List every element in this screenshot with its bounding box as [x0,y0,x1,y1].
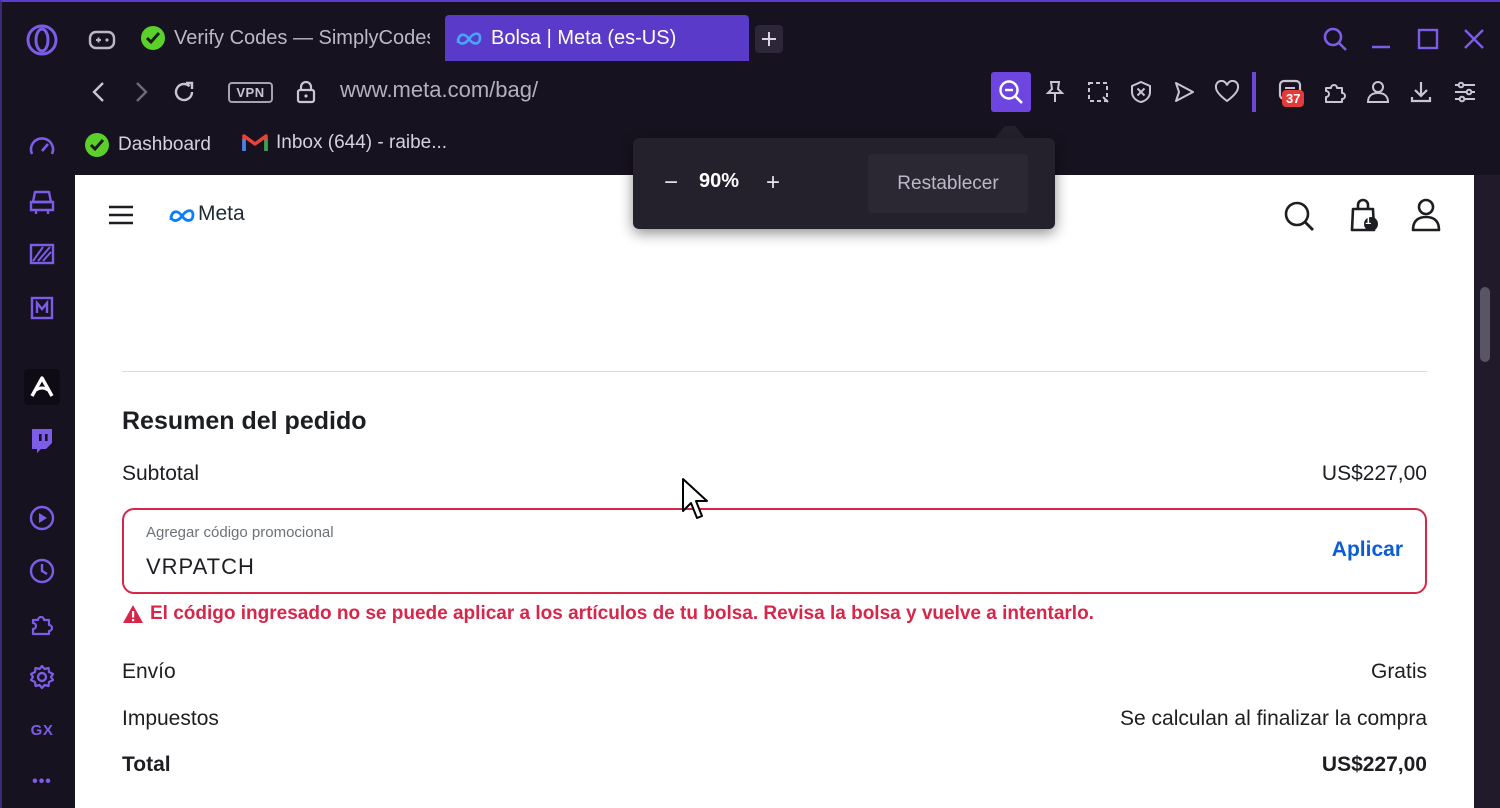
snapshot-icon[interactable] [1082,76,1114,108]
pin-icon[interactable] [1039,76,1071,108]
history-icon[interactable] [24,553,60,589]
sidebar-more-button[interactable]: ••• [24,764,60,800]
simplycodes-favicon-icon [140,25,166,51]
total-value: US$227,00 [1321,753,1427,776]
reset-zoom-button[interactable]: Restablecer [868,154,1028,213]
shipping-label: Envío [122,660,176,683]
subtotal-value: US$227,00 [1321,462,1427,485]
tab-title: Bolsa | Meta (es-US) [491,26,677,49]
promo-code-input[interactable] [146,552,1246,582]
toolbar-separator [1252,72,1256,112]
lock-icon[interactable] [290,76,322,108]
new-tab-button[interactable] [755,25,783,53]
promo-code-label: Agregar código promocional [146,524,334,541]
notification-badge: 37 [1282,90,1305,107]
zoom-in-button[interactable]: + [761,168,785,198]
tab-verify-codes[interactable]: Verify Codes — SimplyCodes [140,15,430,61]
shipping-value: Gratis [1370,660,1427,683]
tab-title: Verify Codes — SimplyCodes [174,26,430,49]
order-summary-title: Resumen del pedido [122,407,367,435]
total-label: Total [122,753,171,776]
bookmark-dashboard[interactable]: Dashboard [84,132,211,158]
arc-app-icon[interactable] [24,369,60,405]
easy-setup-icon[interactable] [1448,76,1482,108]
simplycodes-favicon-icon [84,132,110,158]
scrollbar-track[interactable] [1474,175,1500,808]
gamepad-icon[interactable] [86,24,118,56]
promo-code-field[interactable]: Agregar código promocional Aplicar [122,508,1427,594]
speed-dial-icon[interactable] [24,130,60,166]
page-content: Meta 1 Resumen del pedido Subtotal US$22… [75,175,1474,808]
warning-icon [123,605,143,623]
meta-logo-icon[interactable] [167,205,197,225]
settings-gear-icon[interactable] [24,659,60,695]
promo-error-message: El código ingresado no se puede aplicar … [122,603,1094,625]
scrollbar-thumb[interactable] [1480,287,1490,362]
error-text: El código ingresado no se puede aplicar … [150,603,1094,624]
opera-logo-icon[interactable] [22,20,62,60]
vpn-badge[interactable]: VPN [228,82,273,103]
zoom-level: 90% [699,170,740,192]
send-icon[interactable] [1168,76,1200,108]
twitch-icon[interactable] [24,422,60,458]
meta-logo-text[interactable]: Meta [198,202,245,226]
bookmark-label: Dashboard [118,134,211,155]
gx-control-button[interactable]: GX [24,712,60,748]
divider [122,371,1427,372]
bookmark-inbox[interactable]: Inbox (644) - raibe... [242,132,447,154]
gx-mods-icon[interactable] [24,290,60,326]
gx-corner-icon[interactable] [24,184,60,220]
sidebar-extensions-icon[interactable] [24,606,60,642]
player-icon[interactable] [24,500,60,536]
account-icon[interactable] [1409,196,1443,234]
zoom-out-button[interactable]: − [659,168,683,198]
profile-icon[interactable] [1361,76,1395,108]
heart-icon[interactable] [1211,76,1243,108]
taxes-value: Se calculan al finalizar la compra [1120,707,1427,730]
back-icon[interactable] [84,76,114,108]
cart-count: 1 [1364,215,1372,227]
search-icon[interactable] [1281,198,1317,234]
extensions-icon[interactable] [1318,76,1352,108]
close-window-icon[interactable] [1457,22,1491,56]
meta-favicon-icon [455,30,483,46]
maximize-icon[interactable] [1411,22,1445,56]
address-bar[interactable]: www.meta.com/bag/ [340,77,538,103]
bookmark-label: Inbox (644) - raibe... [276,132,448,153]
gmail-icon [242,133,268,153]
download-icon[interactable] [1404,76,1438,108]
hamburger-menu-icon[interactable] [105,200,137,230]
wallpaper-icon[interactable] [24,237,60,273]
adblock-shield-icon[interactable] [1125,76,1157,108]
minimize-icon[interactable] [1364,22,1398,56]
browser-window: Verify Codes — SimplyCodes Bolsa | Meta … [0,0,1500,808]
forward-icon[interactable] [126,76,156,108]
zoom-popup: − 90% + Restablecer [633,138,1055,229]
subtotal-label: Subtotal [122,462,200,485]
taxes-label: Impuestos [122,707,219,730]
apply-button[interactable]: Aplicar [1332,538,1403,562]
zoom-button[interactable] [991,72,1031,112]
mouse-cursor-icon [681,477,711,523]
tab-meta-bag[interactable]: Bolsa | Meta (es-US) [445,15,749,61]
search-tabs-icon[interactable] [1318,22,1352,56]
reload-icon[interactable] [168,76,200,108]
